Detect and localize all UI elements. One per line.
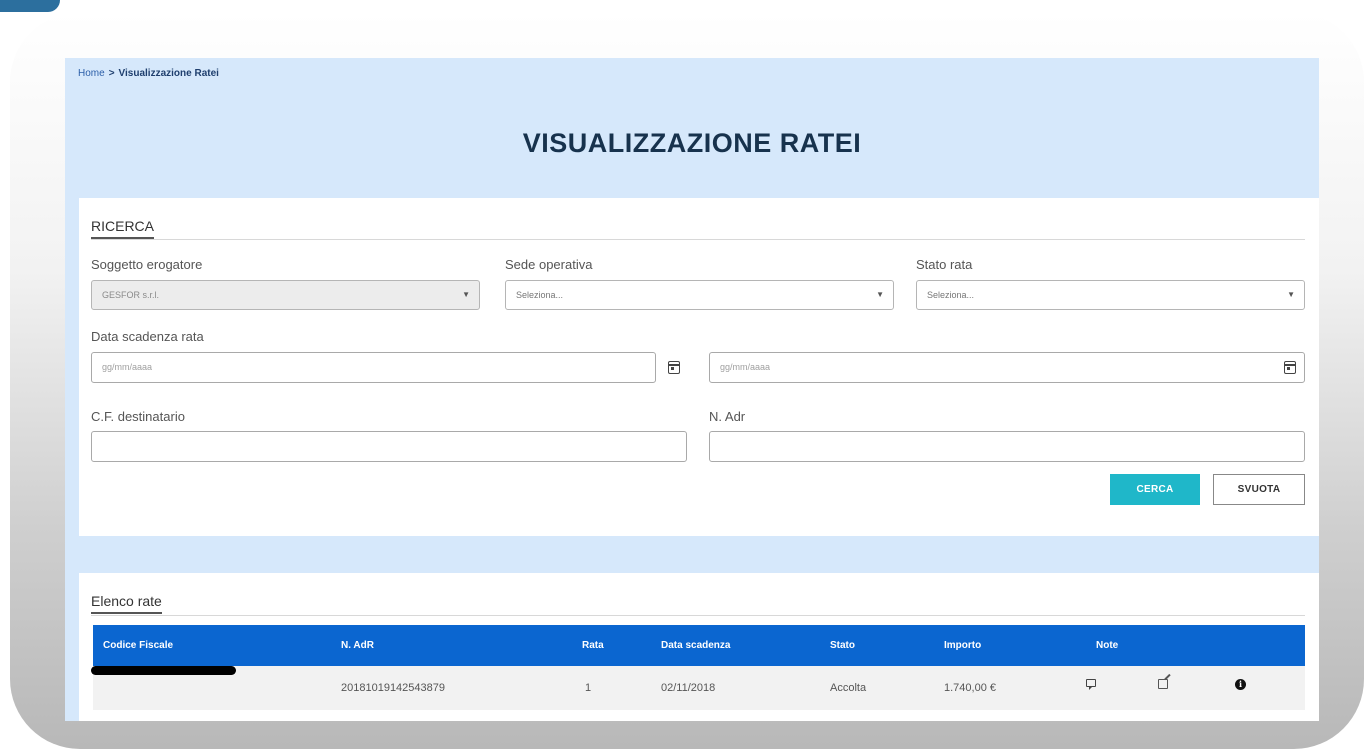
breadcrumb-separator: > [108,68,115,79]
redaction-bar [91,666,236,675]
corner-decoration [0,0,60,12]
search-panel: RICERCA Soggetto erogatore GESFOR s.r.l.… [79,198,1319,536]
page-header: Home > Visualizzazione Ratei VISUALIZZAZIO… [65,58,1319,198]
data-scadenza-label: Data scadenza rata [91,329,204,344]
col-n-adr[interactable]: N. AdR [341,625,374,666]
cell-n-adr: 20181019142543879 [341,682,446,694]
sede-operativa-placeholder: Seleziona... [516,290,564,300]
table-header: Codice Fiscale N. AdR Rata Data scadenza… [93,625,1305,666]
dropdown-arrow-icon: ▼ [1287,290,1295,299]
data-scadenza-from-input[interactable]: gg/mm/aaaa [91,352,656,383]
breadcrumb-home-link[interactable]: Home [78,68,105,79]
cell-stato: Accolta [830,682,867,694]
list-section-title: Elenco rate [91,593,162,614]
calendar-icon[interactable] [1284,361,1296,374]
col-data-scadenza[interactable]: Data scadenza [661,625,730,666]
data-to-placeholder: gg/mm/aaaa [720,362,771,372]
edit-icon[interactable] [1158,679,1168,689]
cf-destinatario-label: C.F. destinatario [91,409,185,424]
cf-destinatario-input[interactable] [91,431,687,462]
search-section-title: RICERCA [91,218,155,239]
sede-operativa-select[interactable]: Seleziona... ▼ [505,280,894,310]
cell-rata: 1 [585,682,592,694]
soggetto-erogatore-select: GESFOR s.r.l. ▼ [91,280,480,310]
page-title: VISUALIZZAZIONE RATEI [522,128,862,158]
cell-codice-fiscale [91,666,243,710]
search-section-rule [91,239,1305,240]
n-adr-label: N. Adr [709,409,746,424]
list-section-rule [91,615,1305,616]
list-panel: Elenco rate Codice Fiscale N. AdR Rata D… [79,573,1319,721]
breadcrumb-current: Visualizzazione Ratei [118,68,219,79]
col-rata[interactable]: Rata [582,625,604,666]
table-row: 20181019142543879 1 02/11/2018 Accolta 1… [91,666,1305,710]
col-stato[interactable]: Stato [830,625,855,666]
cell-importo: 1.740,00 € [944,682,996,694]
n-adr-input[interactable] [709,431,1305,462]
cerca-button[interactable]: CERCA [1110,474,1200,505]
col-note: Note [1096,640,1119,651]
cell-data-scadenza: 02/11/2018 [661,682,716,694]
page-content: Home > Visualizzazione Ratei VISUALIZZAZIO… [65,58,1319,721]
dropdown-arrow-icon: ▼ [876,290,884,299]
data-scadenza-to-input[interactable]: gg/mm/aaaa [709,352,1305,383]
stato-rata-select[interactable]: Seleziona... ▼ [916,280,1305,310]
soggetto-erogatore-label: Soggetto erogatore [91,257,203,272]
sede-operativa-label: Sede operativa [505,257,593,272]
screenshot-frame: Home > Visualizzazione Ratei VISUALIZZAZIO… [10,12,1364,749]
soggetto-erogatore-value: GESFOR s.r.l. [102,290,160,300]
col-codice-fiscale[interactable]: Codice Fiscale [103,625,173,666]
info-icon[interactable]: i [1235,679,1246,690]
comment-icon[interactable] [1086,679,1096,690]
stato-rata-label: Stato rata [916,257,973,272]
breadcrumb: Home > Visualizzazione Ratei [78,68,219,79]
dropdown-arrow-icon: ▼ [462,290,470,299]
col-importo[interactable]: Importo [944,625,981,666]
calendar-icon[interactable] [668,361,680,374]
svuota-button[interactable]: SVUOTA [1213,474,1305,505]
data-from-placeholder: gg/mm/aaaa [102,362,153,372]
stato-rata-placeholder: Seleziona... [927,290,975,300]
